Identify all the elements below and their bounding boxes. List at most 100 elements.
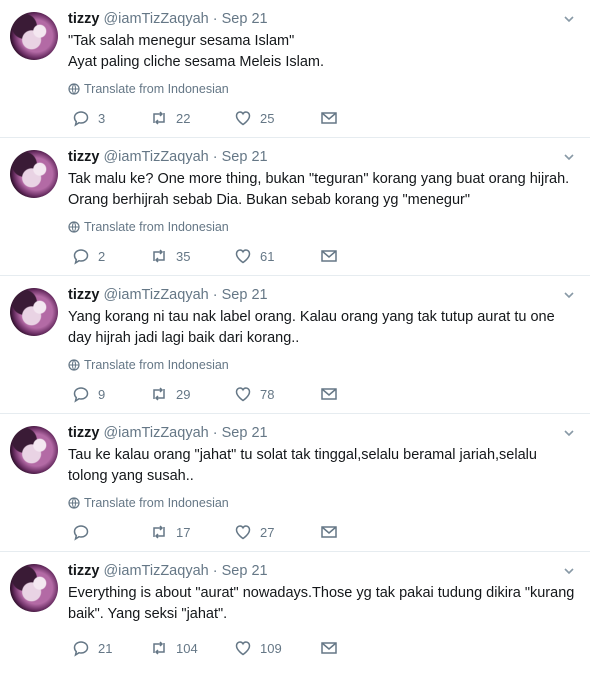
like-button[interactable]: 78 [234, 384, 274, 404]
tweet-header: tizzy @iamTizZaqyah · Sep 21 [68, 562, 576, 580]
tweet-date[interactable]: Sep 21 [222, 287, 268, 303]
tweet-header: tizzy @iamTizZaqyah · Sep 21 [68, 424, 576, 442]
translate-link[interactable]: Translate from Indonesian [68, 358, 229, 372]
tweet-header: tizzy @iamTizZaqyah · Sep 21 [68, 148, 576, 166]
retweet-button[interactable]: 17 [150, 522, 190, 542]
reply-button[interactable] [72, 522, 98, 542]
reply-button[interactable]: 3 [72, 108, 105, 128]
envelope-icon [321, 526, 337, 538]
avatar[interactable] [10, 288, 58, 336]
heart-icon [235, 111, 251, 126]
dm-button[interactable] [320, 384, 338, 404]
tweet[interactable]: tizzy @iamTizZaqyah · Sep 21 Tau ke kala… [0, 414, 590, 552]
tweet-actions: 3 22 25 [68, 108, 368, 128]
retweet-count: 29 [176, 386, 191, 402]
chevron-down-icon[interactable] [562, 288, 576, 302]
avatar[interactable] [10, 150, 58, 198]
dm-button[interactable] [320, 108, 338, 128]
separator-dot: · [212, 11, 218, 27]
translate-label: Translate from Indonesian [84, 496, 229, 510]
reply-count: 3 [98, 110, 106, 126]
reply-button[interactable]: 21 [72, 638, 112, 658]
user-name[interactable]: tizzy [68, 425, 99, 441]
retweet-icon [153, 249, 165, 263]
tweet-text: Yang korang ni tau nak label orang. Kala… [68, 309, 559, 346]
globe-icon [68, 359, 80, 371]
chevron-down-icon[interactable] [562, 12, 576, 26]
timeline: tizzy @iamTizZaqyah · Sep 21 "Tak salah … [0, 0, 590, 690]
retweet-button[interactable]: 35 [150, 246, 190, 266]
reply-button[interactable]: 9 [72, 384, 105, 404]
tweet[interactable]: tizzy @iamTizZaqyah · Sep 21 Tak malu ke… [0, 138, 590, 276]
retweet-icon [153, 525, 165, 539]
separator-dot: · [212, 425, 218, 441]
retweet-count: 22 [176, 110, 191, 126]
like-button[interactable]: 27 [234, 522, 274, 542]
chevron-down-icon[interactable] [562, 564, 576, 578]
envelope-icon [321, 642, 337, 654]
tweet-date[interactable]: Sep 21 [222, 149, 268, 165]
tweet-text: Tau ke kalau orang "jahat" tu solat tak … [68, 447, 541, 484]
reply-icon [73, 111, 89, 127]
user-handle[interactable]: @iamTizZaqyah [103, 11, 208, 27]
avatar[interactable] [10, 564, 58, 612]
dm-button[interactable] [320, 522, 338, 542]
tweet[interactable]: tizzy @iamTizZaqyah · Sep 21 Yang korang… [0, 276, 590, 414]
envelope-icon [321, 112, 337, 124]
tweet-date[interactable]: Sep 21 [222, 563, 268, 579]
user-name[interactable]: tizzy [68, 287, 99, 303]
translate-link[interactable]: Translate from Indonesian [68, 220, 229, 234]
tweet-date[interactable]: Sep 21 [222, 11, 268, 27]
retweet-count: 104 [176, 640, 198, 656]
separator-dot: · [212, 287, 218, 303]
tweet-header: tizzy @iamTizZaqyah · Sep 21 [68, 10, 576, 28]
translate-link[interactable]: Translate from Indonesian [68, 496, 229, 510]
like-button[interactable]: 109 [234, 638, 282, 658]
tweet-actions: 9 29 78 [68, 384, 368, 404]
chevron-down-icon[interactable] [562, 426, 576, 440]
retweet-button[interactable]: 104 [150, 638, 198, 658]
heart-icon [235, 387, 251, 402]
like-count: 61 [260, 248, 275, 264]
like-count: 78 [260, 386, 275, 402]
translate-link[interactable]: Translate from Indonesian [68, 82, 229, 96]
retweet-count: 35 [176, 248, 191, 264]
retweet-icon [153, 387, 165, 401]
retweet-button[interactable]: 29 [150, 384, 190, 404]
like-button[interactable]: 61 [234, 246, 274, 266]
tweet[interactable]: tizzy @iamTizZaqyah · Sep 21 Everything … [0, 552, 590, 690]
envelope-icon [321, 250, 337, 262]
avatar[interactable] [10, 426, 58, 474]
user-handle[interactable]: @iamTizZaqyah [103, 425, 208, 441]
reply-count: 9 [98, 386, 106, 402]
user-handle[interactable]: @iamTizZaqyah [103, 149, 208, 165]
tweet-date[interactable]: Sep 21 [222, 425, 268, 441]
like-count: 109 [260, 640, 282, 656]
translate-label: Translate from Indonesian [84, 358, 229, 372]
dm-button[interactable] [320, 638, 338, 658]
reply-icon [73, 249, 89, 265]
tweet-header: tizzy @iamTizZaqyah · Sep 21 [68, 286, 576, 304]
avatar[interactable] [10, 12, 58, 60]
reply-button[interactable]: 2 [72, 246, 105, 266]
retweet-button[interactable]: 22 [150, 108, 190, 128]
retweet-count: 17 [176, 524, 191, 540]
user-name[interactable]: tizzy [68, 563, 99, 579]
retweet-icon [153, 111, 165, 125]
chevron-down-icon[interactable] [562, 150, 576, 164]
user-handle[interactable]: @iamTizZaqyah [103, 287, 208, 303]
tweet-actions: 2 35 61 [68, 246, 368, 266]
separator-dot: · [212, 563, 218, 579]
retweet-icon [153, 641, 165, 655]
user-name[interactable]: tizzy [68, 11, 99, 27]
separator-dot: · [212, 149, 218, 165]
user-handle[interactable]: @iamTizZaqyah [103, 563, 208, 579]
globe-icon [68, 83, 80, 95]
user-name[interactable]: tizzy [68, 149, 99, 165]
like-button[interactable]: 25 [234, 108, 274, 128]
tweet-text: Everything is about "aurat" nowadays.Tho… [68, 585, 579, 622]
like-count: 25 [260, 110, 275, 126]
tweet[interactable]: tizzy @iamTizZaqyah · Sep 21 "Tak salah … [0, 0, 590, 138]
dm-button[interactable] [320, 246, 338, 266]
tweet-text: Tak malu ke? One more thing, bukan "tegu… [68, 171, 574, 208]
